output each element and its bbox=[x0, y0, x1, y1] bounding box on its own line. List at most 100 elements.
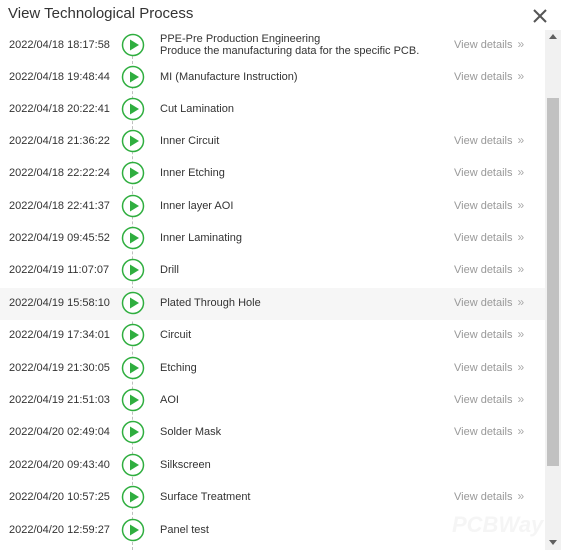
view-details-link[interactable]: View details» bbox=[454, 198, 524, 212]
play-icon bbox=[121, 323, 145, 347]
pcbway-watermark: PCBWay bbox=[452, 512, 544, 537]
process-step-label: Drill bbox=[160, 264, 179, 276]
process-row-drill: 2022/04/19 11:07:07 Drill View details» bbox=[0, 255, 545, 287]
process-step-label: Circuit bbox=[160, 329, 192, 341]
play-icon bbox=[121, 97, 145, 121]
process-step-label: Inner Laminating bbox=[160, 232, 242, 244]
process-step-label: Inner Etching bbox=[160, 167, 225, 179]
view-details-link[interactable]: View details» bbox=[454, 392, 524, 406]
process-time: 2022/04/19 15:58:10 bbox=[9, 297, 110, 309]
play-icon bbox=[121, 65, 145, 89]
process-time: 2022/04/20 02:49:04 bbox=[9, 426, 110, 438]
process-row-inner-layer-aoi: 2022/04/18 22:41:37 Inner layer AOI View… bbox=[0, 191, 545, 223]
view-details-link[interactable]: View details» bbox=[454, 69, 524, 83]
process-list: 2022/04/18 18:17:58 PPE-Pre Production E… bbox=[0, 30, 545, 550]
vertical-scrollbar[interactable] bbox=[545, 30, 561, 550]
double-chevron-right-icon: » bbox=[517, 295, 525, 309]
process-step-description: Produce the manufacturing data for the s… bbox=[160, 45, 420, 57]
view-details-link[interactable]: View details» bbox=[454, 133, 524, 147]
process-time: 2022/04/20 12:59:27 bbox=[9, 524, 110, 536]
process-row-surface-treatment: 2022/04/20 10:57:25 Surface Treatment Vi… bbox=[0, 482, 545, 514]
double-chevron-right-icon: » bbox=[517, 37, 525, 51]
double-chevron-right-icon: » bbox=[517, 230, 525, 244]
process-time: 2022/04/19 11:07:07 bbox=[9, 264, 110, 276]
process-time: 2022/04/18 21:36:22 bbox=[9, 135, 110, 147]
play-icon bbox=[121, 388, 145, 412]
dialog-header: View Technological Process bbox=[0, 0, 564, 30]
process-step-label: MI (Manufacture Instruction) bbox=[160, 71, 298, 83]
view-details-link[interactable]: View details» bbox=[454, 327, 524, 341]
process-time: 2022/04/18 20:22:41 bbox=[9, 103, 110, 115]
process-time: 2022/04/20 09:43:40 bbox=[9, 459, 110, 471]
scroll-down-arrow-icon[interactable] bbox=[549, 540, 557, 545]
view-details-link[interactable]: View details» bbox=[454, 295, 524, 309]
view-details-link[interactable]: View details» bbox=[454, 489, 524, 503]
process-row-etching: 2022/04/19 21:30:05 Etching View details… bbox=[0, 353, 545, 385]
double-chevron-right-icon: » bbox=[517, 198, 525, 212]
process-row-cut-lamination: 2022/04/18 20:22:41 Cut Lamination bbox=[0, 94, 545, 126]
double-chevron-right-icon: » bbox=[517, 165, 525, 179]
process-time: 2022/04/18 19:48:44 bbox=[9, 71, 110, 83]
play-icon bbox=[121, 258, 145, 282]
double-chevron-right-icon: » bbox=[517, 133, 525, 147]
process-step-label: Panel test bbox=[160, 524, 209, 536]
play-icon bbox=[121, 453, 145, 477]
process-step-label: Silkscreen bbox=[160, 459, 211, 471]
double-chevron-right-icon: » bbox=[517, 392, 525, 406]
process-time: 2022/04/19 09:45:52 bbox=[9, 232, 110, 244]
process-step-label: Cut Lamination bbox=[160, 103, 234, 115]
play-icon bbox=[121, 129, 145, 153]
process-time: 2022/04/18 22:41:37 bbox=[9, 200, 110, 212]
view-details-link[interactable]: View details» bbox=[454, 37, 524, 51]
view-details-link[interactable]: View details» bbox=[454, 360, 524, 374]
play-icon bbox=[121, 291, 145, 315]
view-details-link[interactable]: View details» bbox=[454, 230, 524, 244]
process-step-label: Inner Circuit bbox=[160, 135, 220, 147]
dialog-title: View Technological Process bbox=[8, 5, 194, 22]
scrollbar-thumb[interactable] bbox=[547, 98, 559, 466]
play-icon bbox=[121, 226, 145, 250]
play-icon bbox=[121, 33, 145, 57]
close-icon[interactable] bbox=[531, 7, 549, 25]
process-time: 2022/04/19 21:51:03 bbox=[9, 394, 110, 406]
process-row-solder-mask: 2022/04/20 02:49:04 Solder Mask View det… bbox=[0, 417, 545, 449]
play-icon bbox=[121, 356, 145, 380]
process-step-label: Inner layer AOI bbox=[160, 200, 234, 212]
double-chevron-right-icon: » bbox=[517, 327, 525, 341]
double-chevron-right-icon: » bbox=[517, 262, 525, 276]
process-row-ppe: 2022/04/18 18:17:58 PPE-Pre Production E… bbox=[0, 30, 545, 62]
process-row-aoi: 2022/04/19 21:51:03 AOI View details» bbox=[0, 385, 545, 417]
process-row-circuit: 2022/04/19 17:34:01 Circuit View details… bbox=[0, 320, 545, 352]
process-time: 2022/04/18 22:22:24 bbox=[9, 167, 110, 179]
process-step-label: PPE-Pre Production Engineering bbox=[160, 33, 321, 45]
view-details-link[interactable]: View details» bbox=[454, 262, 524, 276]
process-time: 2022/04/18 18:17:58 bbox=[9, 39, 110, 51]
process-row-inner-etching: 2022/04/18 22:22:24 Inner Etching View d… bbox=[0, 158, 545, 190]
process-step-label: Surface Treatment bbox=[160, 491, 251, 503]
process-step-label: Plated Through Hole bbox=[160, 297, 261, 309]
double-chevron-right-icon: » bbox=[517, 69, 525, 83]
double-chevron-right-icon: » bbox=[517, 424, 525, 438]
scroll-up-arrow-icon[interactable] bbox=[549, 34, 557, 39]
process-time: 2022/04/19 21:30:05 bbox=[9, 362, 110, 374]
process-row-silkscreen: 2022/04/20 09:43:40 Silkscreen bbox=[0, 450, 545, 482]
play-icon bbox=[121, 194, 145, 218]
play-icon bbox=[121, 518, 145, 542]
process-step-label: Solder Mask bbox=[160, 426, 222, 438]
process-step-label: Etching bbox=[160, 362, 197, 374]
process-step-label: AOI bbox=[160, 394, 179, 406]
play-icon bbox=[121, 161, 145, 185]
view-details-link[interactable]: View details» bbox=[454, 165, 524, 179]
process-row-mi: 2022/04/18 19:48:44 MI (Manufacture Inst… bbox=[0, 62, 545, 94]
play-icon bbox=[121, 420, 145, 444]
double-chevron-right-icon: » bbox=[517, 360, 525, 374]
process-time: 2022/04/20 10:57:25 bbox=[9, 491, 110, 503]
play-icon bbox=[121, 485, 145, 509]
process-row-plated-through-hole: 2022/04/19 15:58:10 Plated Through Hole … bbox=[0, 288, 545, 320]
view-details-link[interactable]: View details» bbox=[454, 424, 524, 438]
process-row-inner-laminating: 2022/04/19 09:45:52 Inner Laminating Vie… bbox=[0, 223, 545, 255]
double-chevron-right-icon: » bbox=[517, 489, 525, 503]
process-row-inner-circuit: 2022/04/18 21:36:22 Inner Circuit View d… bbox=[0, 126, 545, 158]
technological-process-dialog: View Technological Process 2022/04/18 18… bbox=[0, 0, 564, 550]
process-time: 2022/04/19 17:34:01 bbox=[9, 329, 110, 341]
